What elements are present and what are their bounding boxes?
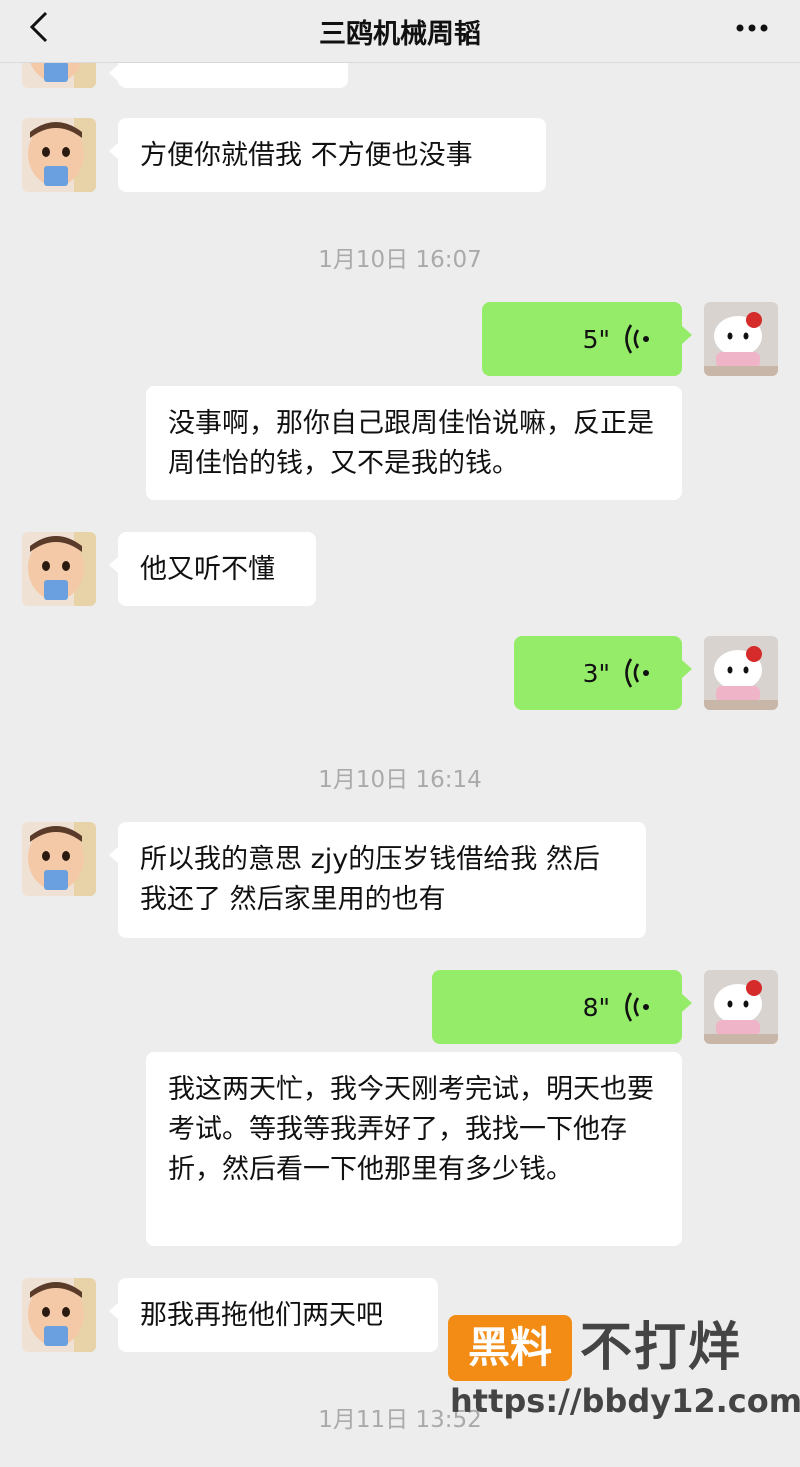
voice-message[interactable]: 8"	[432, 970, 692, 1044]
voice-transcript: 没事啊，那你自己跟周佳怡说嘛，反正是周佳怡的钱，又不是我的钱。	[146, 386, 682, 500]
voice-message[interactable]: 5"	[482, 302, 692, 376]
watermark-badge: 黑料	[448, 1315, 572, 1381]
watermark-url: https://bbdy12.com	[450, 1382, 800, 1420]
timestamp: 1月10日 16:07	[318, 247, 482, 273]
message-text: 他又听不懂	[140, 554, 275, 585]
voice-duration: 8"	[582, 993, 610, 1022]
timestamp: 1月10日 16:14	[318, 767, 482, 793]
voice-message[interactable]: 3"	[514, 636, 692, 710]
contact-avatar[interactable]	[22, 118, 96, 192]
self-avatar[interactable]	[704, 302, 778, 376]
message-bubble[interactable]: 他又听不懂	[109, 532, 316, 606]
voice-wave-icon	[625, 992, 649, 1022]
contact-avatar[interactable]	[22, 532, 96, 606]
watermark: 黑料 不打烊 https://bbdy12.com	[448, 1313, 800, 1423]
self-avatar[interactable]	[704, 636, 778, 710]
voice-transcript: 我这两天忙，我今天刚考完试，明天也要考试。等我等我弄好了，我找一下他存折，然后看…	[146, 1052, 682, 1246]
voice-wave-icon	[625, 658, 649, 688]
transcript-text: 没事啊，那你自己跟周佳怡说嘛，反正是周佳怡的钱，又不是我的钱。	[168, 408, 654, 479]
voice-duration: 5"	[582, 325, 610, 354]
more-dots-icon	[736, 24, 768, 32]
voice-duration: 3"	[582, 659, 610, 688]
watermark-text: 不打烊	[580, 1318, 743, 1378]
nav-bar: 三鸥机械周韬	[0, 0, 800, 63]
transcript-text: 我这两天忙，我今天刚考完试，明天也要考试。等我等我弄好了，我找一下他存折，然后看…	[168, 1074, 654, 1185]
more-button[interactable]	[732, 10, 772, 46]
message-bubble[interactable]: 那我再拖他们两天吧	[109, 1278, 438, 1352]
message-bubble[interactable]: 所以我的意思 zjy的压岁钱借给我 然后我还了 然后家里用的也有	[109, 822, 646, 938]
message-text: 那我再拖他们两天吧	[140, 1300, 383, 1331]
contact-avatar[interactable]	[22, 822, 96, 896]
message-text: 所以我的意思 zjy的压岁钱借给我 然后我还了 然后家里用的也有	[140, 844, 600, 915]
voice-wave-icon	[625, 324, 649, 354]
self-avatar[interactable]	[704, 970, 778, 1044]
contact-avatar[interactable]	[22, 1278, 96, 1352]
message-bubble[interactable]: 方便你就借我 不方便也没事	[109, 118, 546, 192]
chat-title: 三鸥机械周韬	[319, 19, 481, 50]
message-text: 方便你就借我 不方便也没事	[140, 140, 473, 171]
